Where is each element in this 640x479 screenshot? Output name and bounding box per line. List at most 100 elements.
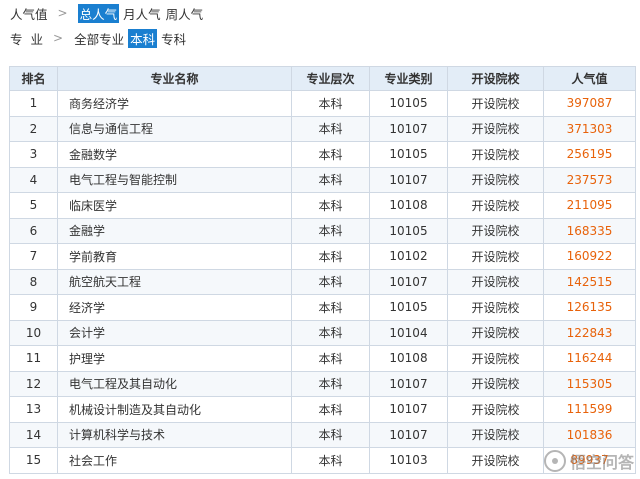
cell-rank: 6 [9, 217, 58, 244]
table-row[interactable]: 7 学前教育 本科 10102 开设院校 160922 [9, 243, 636, 270]
popularity-filter-label: 人气值 [10, 6, 48, 22]
cell-offering-schools-link[interactable]: 开设院校 [447, 294, 544, 321]
cell-offering-schools-link[interactable]: 开设院校 [447, 166, 544, 193]
cell-popularity-value: 122843 [543, 319, 636, 346]
table-row[interactable]: 14 计算机科学与技术 本科 10107 开设院校 101836 [9, 421, 636, 448]
cell-rank: 2 [9, 115, 58, 142]
cell-major-category: 10105 [369, 141, 448, 168]
cell-offering-schools-link[interactable]: 开设院校 [447, 192, 544, 219]
cell-offering-schools-link[interactable]: 开设院校 [447, 243, 544, 270]
cell-popularity-value: 126135 [543, 294, 636, 321]
table-row[interactable]: 9 经济学 本科 10105 开设院校 126135 [9, 294, 636, 321]
table-row[interactable]: 8 航空航天工程 本科 10107 开设院校 142515 [9, 268, 636, 295]
cell-rank: 14 [9, 421, 58, 448]
header-major-category[interactable]: 专业类别 [369, 66, 448, 91]
table-row[interactable]: 15 社会工作 本科 10103 开设院校 89937 [9, 447, 636, 474]
cell-major-level: 本科 [291, 166, 370, 193]
table-row[interactable]: 3 金融数学 本科 10105 开设院校 256195 [9, 141, 636, 168]
cell-major-name[interactable]: 机械设计制造及其自动化 [57, 396, 292, 423]
table-row[interactable]: 2 信息与通信工程 本科 10107 开设院校 371303 [9, 115, 636, 142]
cell-popularity-value: 115305 [543, 370, 636, 397]
table-row[interactable]: 4 电气工程与智能控制 本科 10107 开设院校 237573 [9, 166, 636, 193]
cell-popularity-value: 256195 [543, 141, 636, 168]
cell-major-name[interactable]: 会计学 [57, 319, 292, 346]
table-row[interactable]: 6 金融学 本科 10105 开设院校 168335 [9, 217, 636, 244]
major-filter-row: 专业 > 全部专业 本科 专科 [0, 27, 190, 49]
cell-rank: 15 [9, 447, 58, 474]
cell-major-level: 本科 [291, 370, 370, 397]
cell-offering-schools-link[interactable]: 开设院校 [447, 115, 544, 142]
cell-offering-schools-link[interactable]: 开设院校 [447, 141, 544, 168]
table-row[interactable]: 5 临床医学 本科 10108 开设院校 211095 [9, 192, 636, 219]
cell-popularity-value: 168335 [543, 217, 636, 244]
cell-offering-schools-link[interactable]: 开设院校 [447, 421, 544, 448]
cell-major-category: 10105 [369, 294, 448, 321]
table-header-row: 排名 专业名称 专业层次 专业类别 开设院校 人气值 [9, 66, 636, 91]
major-ranking-table: 排名 专业名称 专业层次 专业类别 开设院校 人气值 1 商务经济学 本科 10105… [9, 66, 636, 474]
cell-offering-schools-link[interactable]: 开设院校 [447, 447, 544, 474]
cell-major-name[interactable]: 商务经济学 [57, 90, 292, 117]
cell-major-level: 本科 [291, 319, 370, 346]
cell-major-category: 10107 [369, 166, 448, 193]
cell-major-level: 本科 [291, 268, 370, 295]
filter-option-undergraduate[interactable]: 本科 [128, 28, 158, 48]
cell-major-name[interactable]: 金融数学 [57, 141, 292, 168]
popularity-filter-row: 人气值 > 总人气 月人气 周人气 [0, 2, 207, 24]
cell-rank: 5 [9, 192, 58, 219]
cell-major-name[interactable]: 航空航天工程 [57, 268, 292, 295]
cell-major-name[interactable]: 电气工程与智能控制 [57, 166, 292, 193]
cell-rank: 1 [9, 90, 58, 117]
cell-major-name[interactable]: 电气工程及其自动化 [57, 370, 292, 397]
header-popularity[interactable]: 人气值 [543, 66, 636, 91]
cell-offering-schools-link[interactable]: 开设院校 [447, 370, 544, 397]
cell-major-level: 本科 [291, 421, 370, 448]
cell-major-category: 10108 [369, 192, 448, 219]
cell-rank: 7 [9, 243, 58, 270]
table-row[interactable]: 10 会计学 本科 10104 开设院校 122843 [9, 319, 636, 346]
cell-major-level: 本科 [291, 243, 370, 270]
cell-major-name[interactable]: 临床医学 [57, 192, 292, 219]
cell-major-name[interactable]: 护理学 [57, 345, 292, 372]
header-offering-schools[interactable]: 开设院校 [447, 66, 544, 91]
cell-major-level: 本科 [291, 141, 370, 168]
cell-popularity-value: 397087 [543, 90, 636, 117]
cell-rank: 13 [9, 396, 58, 423]
cell-popularity-value: 371303 [543, 115, 636, 142]
cell-offering-schools-link[interactable]: 开设院校 [447, 217, 544, 244]
table-row[interactable]: 13 机械设计制造及其自动化 本科 10107 开设院校 111599 [9, 396, 636, 423]
cell-popularity-value: 89937 [543, 447, 636, 474]
filter-option-total-popularity[interactable]: 总人气 [77, 3, 120, 23]
filter-option-junior-college[interactable]: 专科 [160, 29, 187, 48]
filter-option-monthly-popularity[interactable]: 月人气 [122, 4, 162, 23]
cell-popularity-value: 111599 [543, 396, 636, 423]
cell-popularity-value: 101836 [543, 421, 636, 448]
cell-offering-schools-link[interactable]: 开设院校 [447, 396, 544, 423]
major-filter-label: 专业 [10, 31, 52, 47]
cell-major-category: 10102 [369, 243, 448, 270]
cell-major-name[interactable]: 计算机科学与技术 [57, 421, 292, 448]
cell-major-category: 10103 [369, 447, 448, 474]
cell-major-name[interactable]: 社会工作 [57, 447, 292, 474]
table-row[interactable]: 11 护理学 本科 10108 开设院校 116244 [9, 345, 636, 372]
cell-popularity-value: 211095 [543, 192, 636, 219]
filter-option-all-majors[interactable]: 全部专业 [73, 29, 125, 48]
cell-major-category: 10107 [369, 268, 448, 295]
table-row[interactable]: 12 电气工程及其自动化 本科 10107 开设院校 115305 [9, 370, 636, 397]
cell-rank: 8 [9, 268, 58, 295]
header-major-name[interactable]: 专业名称 [57, 66, 292, 91]
cell-major-name[interactable]: 学前教育 [57, 243, 292, 270]
header-rank[interactable]: 排名 [9, 66, 58, 91]
table-row[interactable]: 1 商务经济学 本科 10105 开设院校 397087 [9, 90, 636, 117]
cell-rank: 9 [9, 294, 58, 321]
cell-popularity-value: 116244 [543, 345, 636, 372]
cell-offering-schools-link[interactable]: 开设院校 [447, 345, 544, 372]
filter-option-weekly-popularity[interactable]: 周人气 [165, 4, 205, 23]
cell-major-name[interactable]: 信息与通信工程 [57, 115, 292, 142]
cell-major-name[interactable]: 经济学 [57, 294, 292, 321]
cell-offering-schools-link[interactable]: 开设院校 [447, 319, 544, 346]
cell-major-name[interactable]: 金融学 [57, 217, 292, 244]
cell-rank: 10 [9, 319, 58, 346]
cell-offering-schools-link[interactable]: 开设院校 [447, 268, 544, 295]
header-major-level[interactable]: 专业层次 [291, 66, 370, 91]
cell-offering-schools-link[interactable]: 开设院校 [447, 90, 544, 117]
